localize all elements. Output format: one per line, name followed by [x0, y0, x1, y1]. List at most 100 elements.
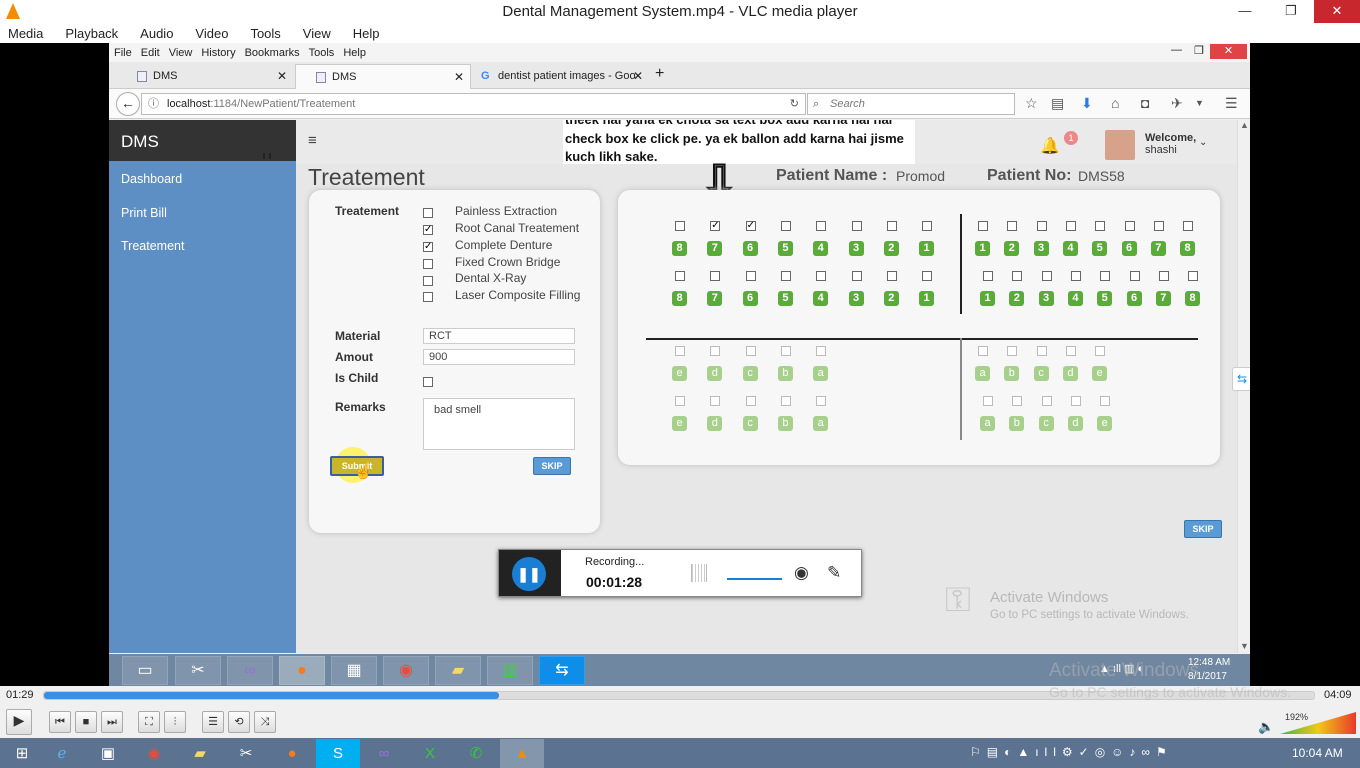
tooth-number[interactable]: 7	[707, 241, 723, 256]
tooth-checkbox[interactable]	[816, 271, 827, 281]
tooth-number[interactable]: b	[1009, 416, 1025, 431]
ff-menu-tools[interactable]: Tools	[309, 47, 335, 59]
visual-studio-icon[interactable]: ∞	[227, 656, 273, 685]
minimize-button[interactable]: —	[1222, 0, 1268, 23]
ie-icon[interactable]: ℯ	[40, 739, 84, 768]
tooth-checkbox[interactable]	[978, 221, 988, 231]
tooth-checkbox[interactable]	[816, 346, 827, 356]
tooth-checkbox[interactable]	[710, 396, 721, 406]
tooth-checkbox[interactable]	[675, 396, 685, 406]
tooth-number[interactable]: 2	[883, 291, 899, 306]
tooth-checkbox[interactable]	[1065, 346, 1076, 356]
ff-restore-button[interactable]: ❐	[1194, 44, 1204, 57]
checkbox-laser-composite[interactable]	[423, 292, 433, 302]
remarks-textarea[interactable]: bad smell	[423, 398, 575, 450]
avatar[interactable]	[1105, 130, 1135, 160]
tooth-number[interactable]: d	[707, 416, 723, 431]
tooth-number[interactable]: 2	[883, 241, 899, 256]
tooth-checkbox[interactable]	[1095, 346, 1106, 356]
tooth-number[interactable]: 1	[975, 241, 990, 256]
scroll-down-icon[interactable]: ▼	[1240, 641, 1249, 651]
tooth-number[interactable]: 3	[848, 241, 864, 256]
tooth-checkbox[interactable]	[851, 271, 862, 281]
checkbox-dental-xray[interactable]	[423, 276, 433, 286]
ff-menu-history[interactable]: History	[201, 47, 235, 59]
chevron-down-icon[interactable]: ⌄	[1199, 137, 1207, 148]
whatsapp-icon[interactable]: ✆	[454, 739, 498, 768]
tooth-checkbox[interactable]	[886, 271, 897, 281]
close-button[interactable]: ✕	[1314, 0, 1360, 23]
checkbox-root-canal[interactable]: ✓	[423, 225, 433, 235]
tooth-checkbox[interactable]	[886, 221, 897, 231]
tooth-number[interactable]: 5	[1092, 241, 1108, 256]
extension-icon[interactable]: ✈	[1171, 95, 1183, 112]
tooth-checkbox[interactable]	[1100, 396, 1111, 406]
tooth-checkbox[interactable]	[1041, 396, 1052, 406]
notification-bell-icon[interactable]: 🔔	[1040, 136, 1060, 156]
ff-menu-help[interactable]: Help	[343, 47, 366, 59]
close-tab-icon[interactable]: ✕	[633, 64, 643, 89]
shuffle-button[interactable]: ⤨	[254, 711, 276, 733]
firefox-icon[interactable]: ●	[279, 656, 325, 685]
bookmark-star-icon[interactable]: ☆	[1025, 95, 1038, 112]
tooth-checkbox[interactable]	[1007, 346, 1018, 356]
tooth-number[interactable]: c	[742, 416, 758, 431]
tooth-number[interactable]: c	[1038, 416, 1054, 431]
tooth-checkbox[interactable]	[1065, 221, 1076, 231]
tooth-number[interactable]: 4	[813, 241, 829, 256]
vlc-menu-audio[interactable]: Audio	[140, 26, 173, 41]
vlc-menu-video[interactable]: Video	[195, 26, 228, 41]
tooth-number[interactable]: 1	[919, 241, 935, 256]
vlc-menu-tools[interactable]: Tools	[250, 26, 280, 41]
ff-menu-file[interactable]: File	[114, 47, 132, 59]
tooth-number[interactable]: 8	[672, 291, 687, 306]
vlc-menu-media[interactable]: Media	[8, 26, 43, 41]
tooth-number[interactable]: 2	[1009, 291, 1025, 306]
pocket-icon[interactable]: ◘	[1141, 95, 1149, 111]
tooth-number[interactable]: 5	[1097, 291, 1113, 306]
tooth-number[interactable]: d	[1062, 366, 1078, 381]
close-tab-icon[interactable]: ✕	[277, 64, 287, 89]
hamburger-menu-icon[interactable]: ☰	[1225, 95, 1238, 112]
tooth-number[interactable]: d	[1067, 416, 1083, 431]
scroll-up-icon[interactable]: ▲	[1240, 120, 1249, 130]
tooth-checkbox[interactable]	[851, 221, 862, 231]
teamviewer-side-icon[interactable]: ⇆	[1232, 367, 1250, 391]
excel-icon[interactable]: X	[408, 739, 452, 768]
pen-icon[interactable]: ✎	[827, 563, 841, 583]
new-tab-button[interactable]: +	[655, 65, 664, 83]
tooth-number[interactable]: 7	[707, 291, 723, 306]
tooth-checkbox[interactable]	[1041, 271, 1052, 281]
maximize-button[interactable]: ❐	[1268, 0, 1314, 23]
tooth-checkbox[interactable]	[1036, 221, 1047, 231]
tooth-checkbox[interactable]	[983, 396, 993, 406]
skype-icon[interactable]: S	[316, 739, 360, 768]
vlc-menu-help[interactable]: Help	[353, 26, 380, 41]
amount-input[interactable]: 900	[423, 349, 575, 365]
tooth-number[interactable]: a	[813, 416, 829, 431]
tooth-checkbox[interactable]	[1183, 221, 1194, 231]
tooth-number[interactable]: 8	[1180, 241, 1196, 256]
hamburger-icon[interactable]: ≡	[308, 132, 317, 149]
playlist-button[interactable]: ☰	[202, 711, 224, 733]
chrome-icon[interactable]: ◉	[383, 656, 429, 685]
tooth-checkbox[interactable]	[675, 346, 685, 356]
tooth-checkbox[interactable]	[1124, 221, 1135, 231]
previous-button[interactable]: ⏮	[49, 711, 71, 733]
tooth-number[interactable]: e	[1097, 416, 1113, 431]
tooth-number[interactable]: 7	[1155, 291, 1171, 306]
material-input[interactable]: RCT	[423, 328, 575, 344]
tooth-checkbox[interactable]	[1036, 346, 1047, 356]
vlc-menu-playback[interactable]: Playback	[65, 26, 118, 41]
tooth-number[interactable]: c	[742, 366, 758, 381]
tooth-checkbox[interactable]	[710, 271, 721, 281]
vs-taskbar-icon[interactable]: ∞	[362, 739, 406, 768]
tooth-number[interactable]: 7	[1150, 241, 1166, 256]
tooth-checkbox[interactable]	[780, 396, 791, 406]
tooth-checkbox[interactable]	[983, 271, 993, 281]
is-child-checkbox[interactable]	[423, 377, 433, 387]
tooth-checkbox[interactable]	[1188, 271, 1199, 281]
fullscreen-button[interactable]: ⛶	[138, 711, 160, 733]
tooth-checkbox[interactable]	[922, 271, 933, 281]
tooth-checkbox[interactable]	[1100, 271, 1111, 281]
